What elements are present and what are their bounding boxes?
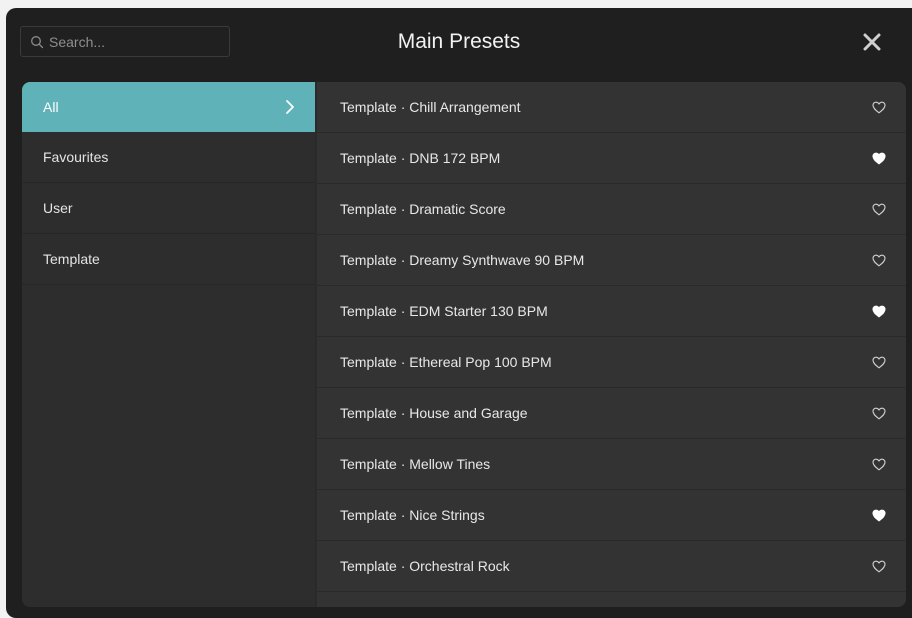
heart-filled-icon[interactable]	[872, 509, 886, 522]
heart-filled-icon[interactable]	[872, 305, 886, 318]
preset-list[interactable]: Template · Chill Arrangement Template · …	[317, 82, 906, 607]
preset-label: Template · Ethereal Pop 100 BPM	[340, 354, 552, 370]
heart-outline-icon[interactable]	[872, 101, 886, 114]
preset-label: Template · Nice Strings	[340, 507, 485, 523]
preset-row[interactable]: Template · Dreamy Synthwave 90 BPM	[317, 235, 906, 286]
heart-outline-icon[interactable]	[872, 203, 886, 216]
header: Main Presets	[6, 8, 912, 80]
preset-label: Template · Dreamy Synthwave 90 BPM	[340, 252, 585, 268]
category-item-label: Template	[43, 251, 100, 267]
preset-row[interactable]: Template · House and Garage	[317, 388, 906, 439]
heart-outline-icon[interactable]	[872, 356, 886, 369]
category-item-favourites[interactable]: Favourites	[22, 132, 315, 183]
preset-row[interactable]: Template · Chill Arrangement	[317, 82, 906, 133]
category-item-all[interactable]: All	[22, 82, 315, 132]
category-item-template[interactable]: Template	[22, 234, 315, 285]
category-list: All Favourites User Template	[22, 82, 315, 607]
preset-row[interactable]: Template · Orchestral Rock	[317, 541, 906, 592]
heart-filled-icon[interactable]	[872, 152, 886, 165]
heart-outline-icon[interactable]	[872, 254, 886, 267]
search-box[interactable]	[20, 26, 230, 57]
category-item-label: All	[43, 99, 59, 115]
close-button[interactable]	[860, 32, 884, 56]
preset-label: Template · Mellow Tines	[340, 456, 491, 472]
preset-label: Template · Dramatic Score	[340, 201, 506, 217]
preset-row[interactable]: Template · Nice Strings	[317, 490, 906, 541]
preset-row[interactable]: Template · DNB 172 BPM	[317, 133, 906, 184]
preset-row[interactable]: Template · Mellow Tines	[317, 439, 906, 490]
preset-row[interactable]: Template · Dramatic Score	[317, 184, 906, 235]
heart-outline-icon[interactable]	[872, 560, 886, 573]
search-icon	[30, 34, 44, 50]
search-input[interactable]	[49, 33, 230, 50]
presets-window: Main Presets All Favourites	[6, 8, 912, 618]
preset-label: Template · EDM Starter 130 BPM	[340, 303, 548, 319]
preset-label: Template · Chill Arrangement	[340, 99, 521, 115]
category-item-label: User	[43, 200, 73, 216]
close-icon	[863, 33, 881, 56]
preset-label: Template · DNB 172 BPM	[340, 150, 501, 166]
category-item-user[interactable]: User	[22, 183, 315, 234]
preset-row[interactable]: Template · EDM Starter 130 BPM	[317, 286, 906, 337]
preset-label: Template · Orchestral Rock	[340, 558, 510, 574]
preset-row[interactable]: Template · Ethereal Pop 100 BPM	[317, 337, 906, 388]
chevron-right-icon	[285, 99, 295, 115]
category-item-label: Favourites	[43, 149, 109, 165]
heart-outline-icon[interactable]	[872, 407, 886, 420]
preset-label: Template · House and Garage	[340, 405, 528, 421]
presets-panel: All Favourites User Template Template · …	[22, 82, 906, 607]
heart-outline-icon[interactable]	[872, 458, 886, 471]
